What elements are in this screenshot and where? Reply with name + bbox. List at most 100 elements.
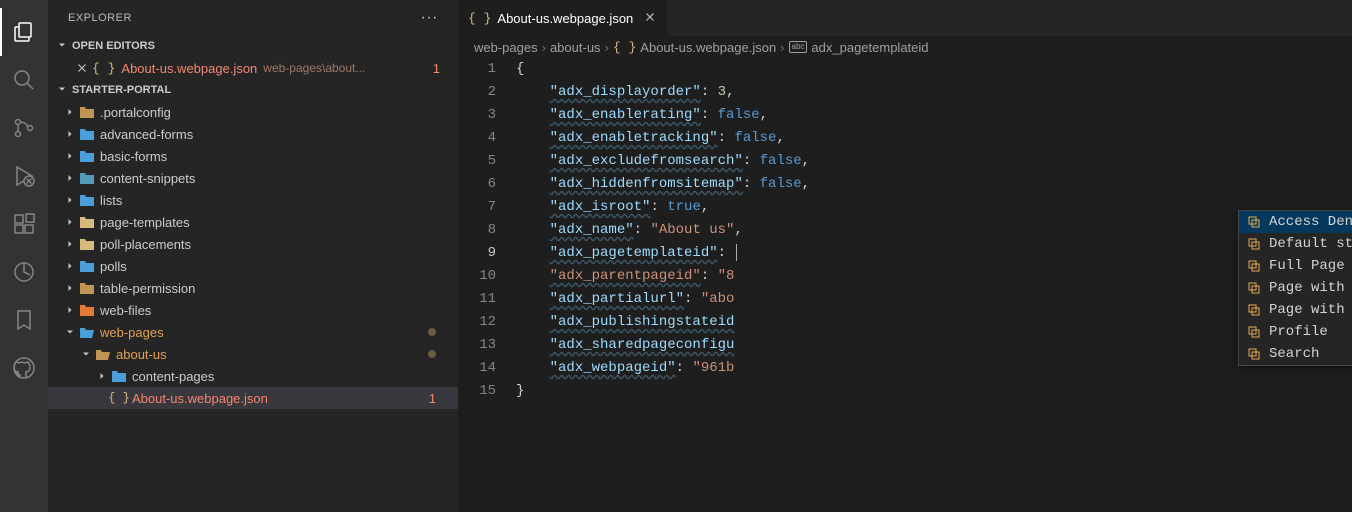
completion-label: Page with title	[1269, 302, 1352, 318]
completion-item[interactable]: Full Page	[1239, 255, 1352, 277]
tab-bar: { } About-us.webpage.json	[458, 0, 1352, 36]
code-lines[interactable]: { "adx_displayorder": 3, "adx_enablerati…	[516, 58, 1352, 512]
chevron-right-icon	[62, 172, 78, 184]
enum-icon	[1247, 281, 1261, 295]
chevron-right-icon	[62, 282, 78, 294]
tree-folder-polls[interactable]: polls	[48, 255, 458, 277]
completion-item[interactable]: Page with title	[1239, 299, 1352, 321]
search-activity-icon[interactable]	[0, 56, 48, 104]
power-activity-icon[interactable]	[0, 248, 48, 296]
breadcrumb-segment[interactable]: about-us	[550, 40, 601, 55]
folder-icon	[78, 259, 96, 273]
sidebar-more-icon[interactable]: ···	[421, 9, 438, 27]
tree-item-label: lists	[100, 193, 122, 208]
tree-item-label: content-snippets	[100, 171, 195, 186]
tree-item-label: polls	[100, 259, 127, 274]
chevron-right-icon: ›	[780, 40, 784, 55]
folder-icon	[78, 171, 96, 185]
chevron-down-icon	[56, 39, 68, 54]
line-number-gutter: 1234 5678 9101112 131415	[458, 58, 516, 512]
chevron-right-icon	[62, 216, 78, 228]
chevron-right-icon	[94, 370, 110, 382]
tree-item-label: page-templates	[100, 215, 190, 230]
error-count-badge: 1	[433, 61, 440, 76]
folder-icon	[78, 149, 96, 163]
folder-icon	[78, 105, 96, 119]
tree-folder-content-snippets[interactable]: content-snippets	[48, 167, 458, 189]
breadcrumb-segment[interactable]: adx_pagetemplateid	[811, 40, 928, 55]
chevron-right-icon: ›	[542, 40, 546, 55]
run-debug-activity-icon[interactable]	[0, 152, 48, 200]
tree-item-label: content-pages	[132, 369, 214, 384]
enum-icon	[1247, 215, 1261, 229]
tree-folder-poll-placements[interactable]: poll-placements	[48, 233, 458, 255]
tree-folder-basic-forms[interactable]: basic-forms	[48, 145, 458, 167]
sidebar-title-label: EXPLORER	[68, 12, 132, 24]
github-activity-icon[interactable]	[0, 344, 48, 392]
json-icon: { }	[613, 40, 636, 55]
tree-folder-lists[interactable]: lists	[48, 189, 458, 211]
bookmark-activity-icon[interactable]	[0, 296, 48, 344]
json-icon: { }	[92, 61, 115, 76]
completion-item[interactable]: Page with child links	[1239, 277, 1352, 299]
breadcrumb[interactable]: web-pages › about-us › { } About-us.webp…	[458, 36, 1352, 58]
tree-file-about-us-json[interactable]: { } About-us.webpage.json 1	[48, 387, 458, 409]
tree-item-label: web-pages	[100, 325, 164, 340]
tree-folder-advanced-forms[interactable]: advanced-forms	[48, 123, 458, 145]
explorer-activity-icon[interactable]	[0, 8, 48, 56]
open-editors-section[interactable]: OPEN EDITORS	[48, 35, 458, 57]
error-count-badge: 1	[429, 391, 436, 406]
chevron-down-icon	[62, 326, 78, 338]
tree-folder-web-files[interactable]: web-files	[48, 299, 458, 321]
completion-label: Default studio template	[1269, 236, 1352, 252]
chevron-right-icon	[62, 238, 78, 250]
open-editor-item[interactable]: { } About-us.webpage.json web-pages\abou…	[48, 57, 458, 79]
completion-label: Profile	[1269, 324, 1328, 340]
chevron-right-icon	[62, 260, 78, 272]
tree-folder-page-templates[interactable]: page-templates	[48, 211, 458, 233]
tree-folder-table-permission[interactable]: table-permission	[48, 277, 458, 299]
breadcrumb-segment[interactable]: About-us.webpage.json	[640, 40, 776, 55]
tab-label: About-us.webpage.json	[497, 11, 633, 26]
enum-icon	[1247, 259, 1261, 273]
close-icon[interactable]	[74, 61, 90, 75]
chevron-down-icon	[56, 83, 68, 98]
completion-item[interactable]: Profile	[1239, 321, 1352, 343]
tree-folder-web-pages[interactable]: web-pages	[48, 321, 458, 343]
workspace-section[interactable]: STARTER-PORTAL	[48, 79, 458, 101]
json-icon: { }	[110, 391, 128, 405]
folder-icon	[78, 303, 96, 317]
text-cursor	[736, 244, 737, 261]
folder-icon	[78, 127, 96, 141]
completion-label: Search	[1269, 346, 1319, 362]
enum-icon	[1247, 303, 1261, 317]
code-editor[interactable]: 1234 5678 9101112 131415 { "adx_displayo…	[458, 58, 1352, 512]
folder-icon	[78, 193, 96, 207]
tab-about-us-json[interactable]: { } About-us.webpage.json	[458, 0, 668, 36]
editor-area: { } About-us.webpage.json web-pages › ab…	[458, 0, 1352, 512]
tree-folder-content-pages[interactable]: content-pages	[48, 365, 458, 387]
tree-folder-portalconfig[interactable]: .portalconfig	[48, 101, 458, 123]
completion-label: Access Denied	[1269, 214, 1352, 230]
json-icon: { }	[468, 11, 491, 26]
folder-open-icon	[94, 347, 112, 361]
folder-icon	[78, 281, 96, 295]
open-editors-label: OPEN EDITORS	[72, 40, 155, 52]
file-tree: .portalconfig advanced-forms basic-forms…	[48, 101, 458, 512]
explorer-sidebar: EXPLORER ··· OPEN EDITORS { } About-us.w…	[48, 0, 458, 512]
folder-open-icon	[78, 325, 96, 339]
completion-item[interactable]: Search	[1239, 343, 1352, 365]
completion-item[interactable]: Default studio template	[1239, 233, 1352, 255]
tree-item-label: advanced-forms	[100, 127, 193, 142]
tree-folder-about-us[interactable]: about-us	[48, 343, 458, 365]
completion-item[interactable]: Access Denied	[1239, 211, 1352, 233]
tree-item-label: table-permission	[100, 281, 195, 296]
extensions-activity-icon[interactable]	[0, 200, 48, 248]
chevron-right-icon	[62, 304, 78, 316]
chevron-right-icon	[62, 128, 78, 140]
chevron-right-icon	[62, 106, 78, 118]
close-icon[interactable]	[643, 10, 657, 27]
open-editor-path: web-pages\about...	[263, 61, 365, 75]
breadcrumb-segment[interactable]: web-pages	[474, 40, 538, 55]
source-control-activity-icon[interactable]	[0, 104, 48, 152]
